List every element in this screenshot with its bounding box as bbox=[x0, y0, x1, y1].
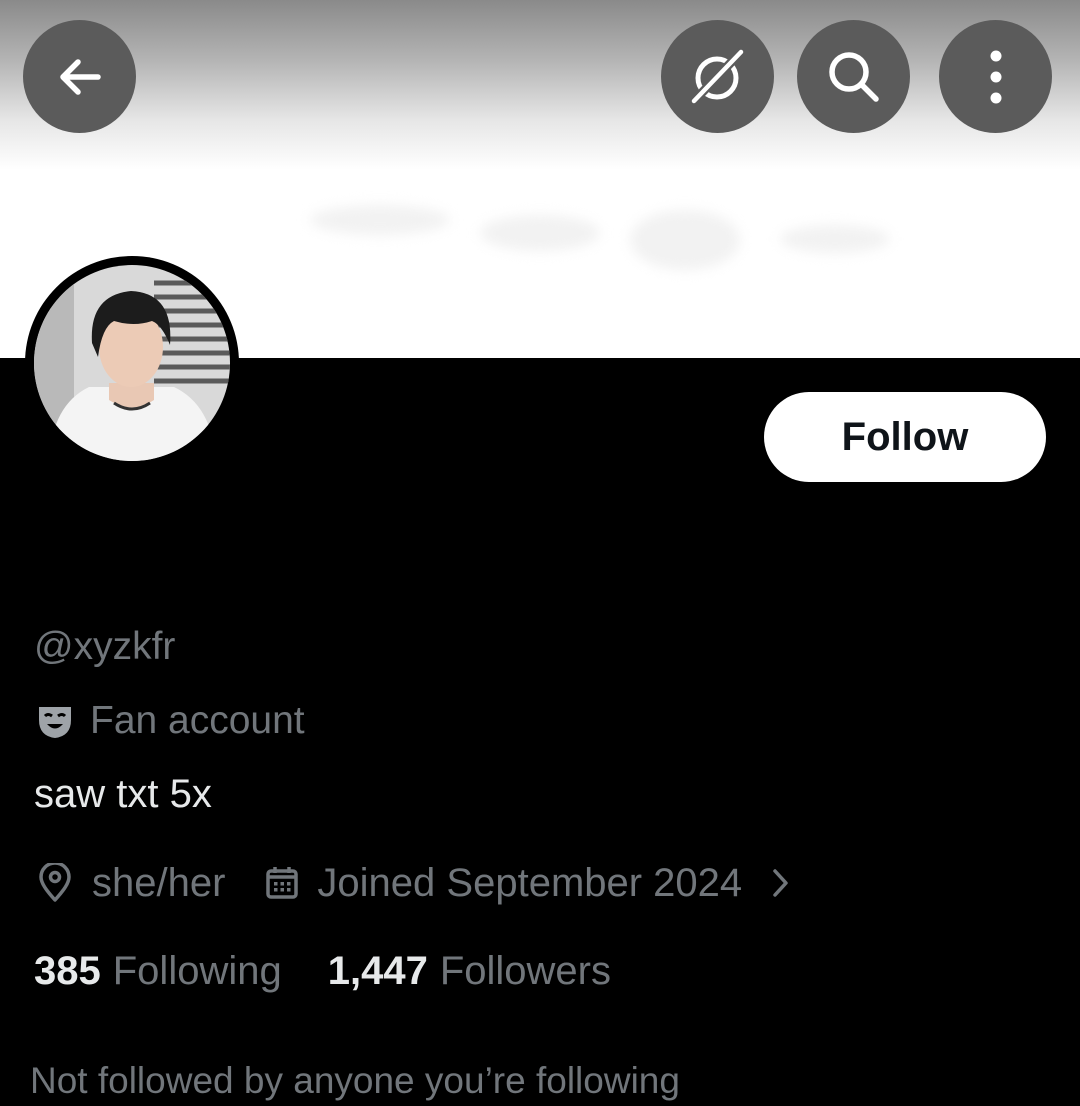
banner-smudge bbox=[480, 215, 600, 251]
search-icon bbox=[828, 51, 879, 102]
profile-handle: @xyzkfr bbox=[34, 625, 176, 668]
follow-button[interactable]: Follow bbox=[764, 392, 1046, 482]
following-label: Following bbox=[112, 948, 282, 993]
search-button[interactable] bbox=[797, 20, 910, 133]
joined-date: Joined September 2024 bbox=[317, 860, 743, 905]
theater-mask-icon bbox=[39, 707, 71, 738]
following-link[interactable]: 385 Following bbox=[34, 949, 282, 994]
calendar-icon bbox=[266, 867, 299, 899]
grok-button[interactable] bbox=[661, 20, 774, 133]
not-followed-notice: Not followed by anyone you’re following bbox=[30, 1060, 680, 1101]
more-vertical-icon bbox=[990, 50, 1001, 103]
grok-icon bbox=[688, 47, 745, 106]
followers-link[interactable]: 1,447 Followers bbox=[328, 949, 611, 994]
account-label[interactable]: Fan account bbox=[36, 696, 305, 746]
followers-label: Followers bbox=[439, 948, 611, 993]
banner-smudge bbox=[780, 225, 890, 253]
followers-count: 1,447 bbox=[327, 948, 428, 993]
banner-smudge bbox=[310, 205, 450, 235]
avatar-image bbox=[34, 265, 230, 461]
avatar[interactable] bbox=[25, 256, 239, 470]
chevron-right-icon[interactable] bbox=[770, 866, 792, 900]
profile-bio: saw txt 5x bbox=[34, 772, 212, 816]
location-pin-icon bbox=[39, 863, 71, 902]
profile-pronouns: she/her bbox=[92, 860, 226, 905]
back-button[interactable] bbox=[23, 20, 136, 133]
following-count: 385 bbox=[34, 948, 101, 993]
more-options-button[interactable] bbox=[939, 20, 1052, 133]
banner-smudge bbox=[630, 210, 740, 270]
account-label-text: Fan account bbox=[90, 699, 305, 742]
arrow-left-icon bbox=[59, 58, 101, 95]
profile-meta: she/her Joined September 2024 bbox=[36, 856, 792, 910]
follow-counts: 385 Following 1,447 Followers bbox=[34, 944, 611, 998]
